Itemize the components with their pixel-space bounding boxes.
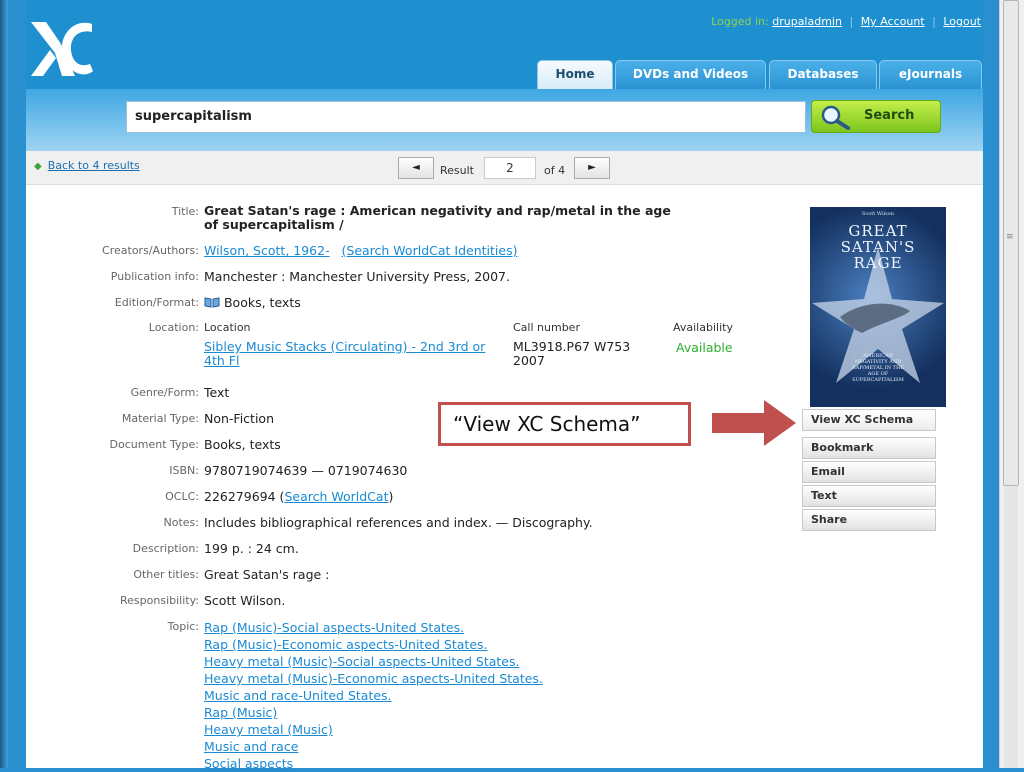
field-label: Edition/Format:: [114, 296, 199, 309]
page-border-right: [983, 0, 1000, 768]
back-to-results[interactable]: ◆ Back to 4 results: [34, 159, 140, 172]
field-label: Title:: [171, 205, 199, 218]
search-button[interactable]: Search: [811, 100, 941, 133]
topic-link[interactable]: Rap (Music)-Economic aspects-United Stat…: [204, 637, 488, 652]
tab-home[interactable]: Home: [537, 60, 613, 89]
field-label: Topic:: [167, 620, 199, 633]
back-arrow-icon: ◆: [34, 161, 42, 172]
field-label: Document Type:: [109, 438, 199, 451]
scrollbar-thumb[interactable]: [1003, 0, 1019, 486]
share-button[interactable]: Share: [802, 509, 936, 531]
document-type-value: Books, texts: [204, 437, 281, 452]
next-result-button[interactable]: ►: [574, 157, 610, 179]
oclc-number: 226279694: [204, 489, 276, 504]
book-cover-image: Scott Wilson GREAT SATAN'S RAGE AMERICAN…: [810, 207, 946, 407]
field-label: Description:: [132, 542, 199, 555]
book-icon: [204, 297, 220, 308]
location-column-header: Location: [204, 321, 251, 334]
topic-link[interactable]: Heavy metal (Music): [204, 722, 333, 737]
search-button-label: Search: [864, 108, 915, 123]
window-frame-left: [0, 0, 8, 768]
result-label: Result: [440, 164, 474, 177]
field-label: Creators/Authors:: [102, 244, 199, 257]
username-link[interactable]: drupaladmin: [772, 15, 842, 28]
logged-in-label: Logged in:: [711, 15, 769, 28]
cover-subtitle: AMERICAN NEGATIVITY AND RAP/METAL IN THE…: [851, 353, 905, 383]
divider: |: [849, 15, 854, 28]
login-status: Logged in: drupaladmin | My Account | Lo…: [711, 15, 981, 28]
field-label: Genre/Form:: [130, 386, 199, 399]
topic-link[interactable]: Rap (Music)-Social aspects-United States…: [204, 620, 464, 635]
result-navigation-bar: ◆ Back to 4 results ◄ Result 2 of 4 ►: [26, 151, 983, 185]
isbn-value: 9780719074639 — 0719074630: [204, 463, 408, 478]
material-type-value: Non-Fiction: [204, 411, 275, 426]
topic-list: Rap (Music)-Social aspects-United States…: [204, 619, 543, 772]
previous-result-button[interactable]: ◄: [398, 157, 434, 179]
topic-link[interactable]: Heavy metal (Music)-Economic aspects-Uni…: [204, 671, 543, 686]
annotation-arrow-icon: [712, 400, 796, 446]
genre-value: Text: [204, 385, 230, 400]
back-to-results-link[interactable]: Back to 4 results: [48, 159, 140, 172]
field-label: Notes:: [163, 516, 199, 529]
search-bar: supercapitalism Search: [26, 89, 983, 151]
record-title: Great Satan's rage : American negativity…: [204, 203, 671, 232]
topic-link[interactable]: Social aspects: [204, 756, 293, 771]
cover-title-line: RAGE: [853, 254, 903, 272]
creator-link[interactable]: Wilson, Scott, 1962-: [204, 243, 330, 258]
search-input[interactable]: supercapitalism: [126, 101, 806, 133]
view-xc-schema-button[interactable]: View XC Schema: [802, 409, 936, 431]
topic-link[interactable]: Music and race: [204, 739, 298, 754]
description-value: 199 p. : 24 cm.: [204, 541, 299, 556]
tab-dvds-and-videos[interactable]: DVDs and Videos: [615, 60, 766, 89]
record-content: ◆ Back to 4 results ◄ Result 2 of 4 ► Tit…: [26, 151, 983, 771]
field-label: Location:: [148, 321, 199, 334]
cover-title-line: GREAT: [848, 222, 908, 240]
logout-link[interactable]: Logout: [943, 15, 981, 28]
cover-author: Scott Wilson: [862, 211, 894, 217]
magnifier-icon: [821, 105, 850, 130]
bookmark-button[interactable]: Bookmark: [802, 437, 936, 459]
annotation-callout: “View XC Schema”: [438, 402, 691, 446]
cover-title-line: SATAN'S: [840, 238, 916, 256]
field-label: ISBN:: [169, 464, 199, 477]
call-number: ML3918.P67 W753 2007: [513, 339, 631, 368]
email-button[interactable]: Email: [802, 461, 936, 483]
my-account-link[interactable]: My Account: [861, 15, 925, 28]
topic-link[interactable]: Heavy metal (Music)-Social aspects-Unite…: [204, 654, 519, 669]
other-titles-value: Great Satan's rage :: [204, 567, 330, 582]
tab-databases[interactable]: Databases: [769, 60, 877, 89]
search-worldcat-identities-link[interactable]: (Search WorldCat Identities): [342, 243, 518, 258]
topic-link[interactable]: Rap (Music): [204, 705, 277, 720]
notes-value: Includes bibliographical references and …: [204, 515, 593, 530]
field-label: OCLC:: [165, 490, 199, 503]
text-button[interactable]: Text: [802, 485, 936, 507]
scrollbar-grip-icon: ≡: [1006, 232, 1014, 242]
cover-title: GREAT SATAN'S RAGE: [810, 223, 946, 271]
availability-column-header: Availability: [673, 321, 733, 334]
publication-info: Manchester : Manchester University Press…: [204, 269, 510, 284]
availability-status: Available: [676, 340, 733, 355]
divider: |: [932, 15, 936, 28]
field-label: Responsibility:: [120, 594, 199, 607]
location-link[interactable]: Sibley Music Stacks (Circulating) - 2nd …: [204, 339, 485, 368]
search-worldcat-link[interactable]: Search WorldCat: [284, 489, 388, 504]
xc-logo: [31, 22, 93, 76]
responsibility-value: Scott Wilson.: [204, 593, 286, 608]
result-total: of 4: [544, 164, 566, 177]
topic-link[interactable]: Music and race-United States.: [204, 688, 392, 703]
vertical-scrollbar[interactable]: ≡: [999, 0, 1024, 768]
field-label: Publication info:: [110, 270, 199, 283]
tab-ejournals[interactable]: eJournals: [879, 60, 982, 89]
result-number-input[interactable]: 2: [484, 157, 536, 179]
edition-format: Books, texts: [223, 295, 301, 310]
field-label: Other titles:: [133, 568, 199, 581]
call-number-column-header: Call number: [513, 321, 580, 334]
field-label: Material Type:: [121, 412, 199, 425]
field-location: Location: Location Call number Availabil…: [26, 321, 776, 371]
